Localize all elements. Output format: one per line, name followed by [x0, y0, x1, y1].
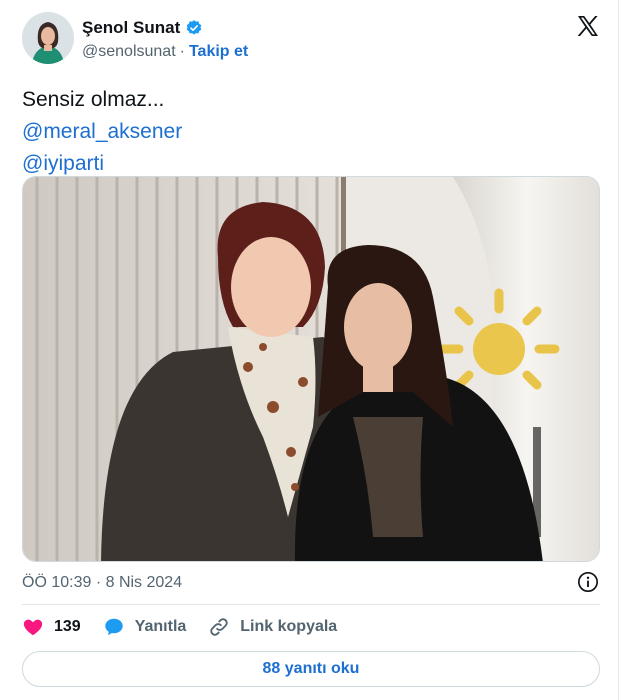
- tweet-timestamp[interactable]: ÖÖ 10:39 · 8 Nis 2024: [22, 574, 182, 592]
- read-replies-button[interactable]: 88 yanıtı oku: [22, 651, 600, 687]
- reply-label: Yanıtla: [134, 618, 187, 635]
- mention-link[interactable]: @meral_aksener: [22, 116, 182, 148]
- tweet-photo[interactable]: [22, 176, 600, 562]
- info-icon[interactable]: [577, 571, 599, 593]
- tweet-line: Sensiz olmaz...: [22, 88, 165, 111]
- author-handle-row: @senolsunat · Takip et: [82, 43, 248, 61]
- reply-bubble-icon: [104, 618, 123, 636]
- link-icon: [210, 618, 228, 636]
- author-avatar[interactable]: [22, 12, 74, 64]
- copy-link-label: Link kopyala: [240, 618, 338, 635]
- like-button[interactable]: 139: [22, 616, 81, 638]
- tweet-card: Şenol Sunat @senolsunat · Takip et Sensi…: [0, 0, 619, 700]
- reply-button[interactable]: Yanıtla: [103, 616, 187, 638]
- heart-icon: [23, 619, 43, 636]
- verified-badge-icon: [186, 20, 202, 35]
- author-name[interactable]: Şenol Sunat: [82, 18, 180, 38]
- author-name-row: Şenol Sunat: [82, 18, 203, 38]
- like-count: 139: [54, 618, 81, 635]
- action-bar: 139 Yanıtla Link kopyala: [22, 616, 359, 638]
- separator: ·: [179, 43, 185, 60]
- divider: [22, 604, 600, 605]
- follow-button[interactable]: Takip et: [189, 43, 248, 61]
- copy-link-button[interactable]: Link kopyala: [208, 616, 337, 638]
- x-logo-icon[interactable]: [576, 14, 600, 38]
- tweet-text: Sensiz olmaz... @meral_aksener @iyiparti: [22, 84, 182, 180]
- author-handle[interactable]: @senolsunat: [82, 43, 176, 61]
